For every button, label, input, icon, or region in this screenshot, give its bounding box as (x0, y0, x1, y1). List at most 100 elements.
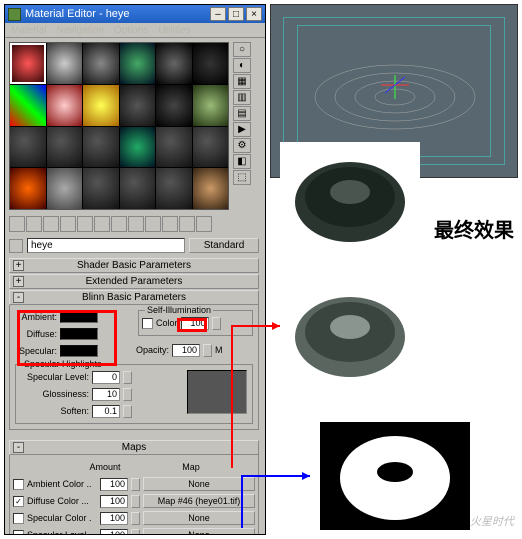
rollup-shader: +Shader Basic Parameters (9, 258, 259, 273)
menu-options[interactable]: Options (114, 25, 148, 35)
material-slot[interactable] (10, 127, 46, 168)
maximize-button[interactable]: □ (228, 7, 244, 21)
preview-icon[interactable]: ▶ (233, 122, 251, 137)
map-label: Specular Level . (27, 530, 97, 534)
glossiness-spinner[interactable]: 10 (92, 388, 120, 401)
map-amount-spinner[interactable]: 100 (100, 495, 128, 508)
material-slot[interactable] (156, 85, 192, 126)
show-map-icon[interactable] (145, 216, 161, 232)
background-icon[interactable]: ▦ (233, 74, 251, 89)
window-title: Material Editor - heye (25, 8, 208, 20)
map-checkbox[interactable]: ✓ (13, 496, 24, 507)
menu-navigation[interactable]: Navigation (57, 25, 104, 35)
map-checkbox[interactable] (13, 479, 24, 490)
material-slot[interactable] (10, 85, 46, 126)
get-material-icon[interactable] (9, 216, 25, 232)
material-type-button[interactable]: Standard (189, 238, 259, 253)
map-slot-button[interactable]: None (143, 528, 255, 534)
ambient-swatch[interactable] (60, 311, 98, 323)
material-slot[interactable] (193, 168, 229, 209)
map-slot-button[interactable]: None (143, 511, 255, 525)
map-amount-spinner[interactable]: 100 (100, 529, 128, 535)
go-forward-icon[interactable] (196, 216, 212, 232)
map-row: Specular Color .100None (13, 510, 255, 526)
spinner-arrows[interactable] (203, 344, 212, 357)
editor-body: ○ ◐ ▦ ▥ ▤ ▶ ⚙ ◧ ⬚ Standard (5, 38, 265, 534)
rollup-header[interactable]: +Shader Basic Parameters (9, 258, 259, 273)
material-slot[interactable] (47, 43, 83, 84)
menu-material[interactable]: Material (11, 25, 47, 35)
specular-label: Specular: (13, 346, 57, 356)
rollup-extended: +Extended Parameters (9, 274, 259, 289)
material-slot[interactable] (193, 43, 229, 84)
material-slot[interactable] (83, 85, 119, 126)
mat-map-nav-icon[interactable]: ⬚ (233, 170, 251, 185)
map-slot-button[interactable]: None (143, 477, 255, 491)
opacity-spinner[interactable]: 100 (172, 344, 200, 357)
assign-material-icon[interactable] (43, 216, 59, 232)
map-row: ✓Diffuse Color ...100Map #46 (heye01.tif… (13, 493, 255, 509)
map-slot-button[interactable]: Map #46 (heye01.tif) (143, 494, 255, 508)
diffuse-swatch[interactable] (60, 328, 98, 340)
material-slot[interactable] (47, 85, 83, 126)
map-amount-spinner[interactable]: 100 (100, 512, 128, 525)
material-slot[interactable] (120, 127, 156, 168)
annotation-arrow-blue (240, 470, 320, 533)
material-slot[interactable] (193, 85, 229, 126)
put-library-icon[interactable] (111, 216, 127, 232)
rollup-blinn: -Blinn Basic Parameters Ambient: Diffuse… (9, 290, 259, 430)
put-material-icon[interactable] (26, 216, 42, 232)
rollup-maps: -Maps AmountMap Ambient Color ..100None✓… (9, 440, 259, 534)
material-slot[interactable] (47, 127, 83, 168)
annotation-arrow-red (230, 320, 290, 473)
material-name-input[interactable] (27, 238, 185, 253)
sample-type-icon[interactable]: ○ (233, 42, 251, 57)
video-check-icon[interactable]: ▤ (233, 106, 251, 121)
make-copy-icon[interactable] (77, 216, 93, 232)
material-slot[interactable] (120, 168, 156, 209)
rollup-header[interactable]: +Extended Parameters (9, 274, 259, 289)
map-checkbox[interactable] (13, 530, 24, 535)
minimize-button[interactable]: – (210, 7, 226, 21)
go-parent-icon[interactable] (179, 216, 195, 232)
specular-swatch[interactable] (60, 345, 98, 357)
material-slot[interactable] (156, 127, 192, 168)
material-slot[interactable] (83, 43, 119, 84)
select-by-mat-icon[interactable]: ◧ (233, 154, 251, 169)
material-slot[interactable] (156, 43, 192, 84)
material-slot[interactable] (156, 168, 192, 209)
material-slot[interactable] (10, 43, 46, 84)
material-slot[interactable] (120, 85, 156, 126)
material-slot[interactable] (120, 43, 156, 84)
diffuse-label: Diffuse: (13, 329, 57, 339)
close-button[interactable]: × (246, 7, 262, 21)
material-editor-window: Material Editor - heye – □ × Material Na… (4, 4, 266, 535)
material-slot[interactable] (193, 127, 229, 168)
material-slot[interactable] (83, 127, 119, 168)
spec-level-spinner[interactable]: 0 (92, 371, 120, 384)
material-slot[interactable] (10, 168, 46, 209)
material-slot[interactable] (83, 168, 119, 209)
make-unique-icon[interactable] (94, 216, 110, 232)
color-checkbox[interactable] (142, 318, 153, 329)
sample-uv-icon[interactable]: ▥ (233, 90, 251, 105)
options-icon[interactable]: ⚙ (233, 138, 251, 153)
spinner-arrows[interactable] (212, 317, 221, 330)
rollup-header[interactable]: -Maps (9, 440, 259, 455)
titlebar[interactable]: Material Editor - heye – □ × (5, 5, 265, 23)
material-slot[interactable] (47, 168, 83, 209)
soften-spinner[interactable]: 0.1 (92, 405, 120, 418)
map-amount-spinner[interactable]: 100 (100, 478, 128, 491)
show-result-icon[interactable] (162, 216, 178, 232)
preview-render-1 (280, 142, 420, 252)
rollup-header[interactable]: -Blinn Basic Parameters (9, 290, 259, 305)
reset-map-icon[interactable] (60, 216, 76, 232)
vertical-toolbar: ○ ◐ ▦ ▥ ▤ ▶ ⚙ ◧ ⬚ (233, 42, 261, 185)
menu-utilities[interactable]: Utilities (158, 25, 190, 35)
menubar: Material Navigation Options Utilities (5, 23, 265, 38)
pick-material-icon[interactable] (9, 239, 23, 253)
color-spinner[interactable]: 100 (181, 317, 209, 330)
map-checkbox[interactable] (13, 513, 24, 524)
material-id-icon[interactable] (128, 216, 144, 232)
backlight-icon[interactable]: ◐ (233, 58, 251, 73)
